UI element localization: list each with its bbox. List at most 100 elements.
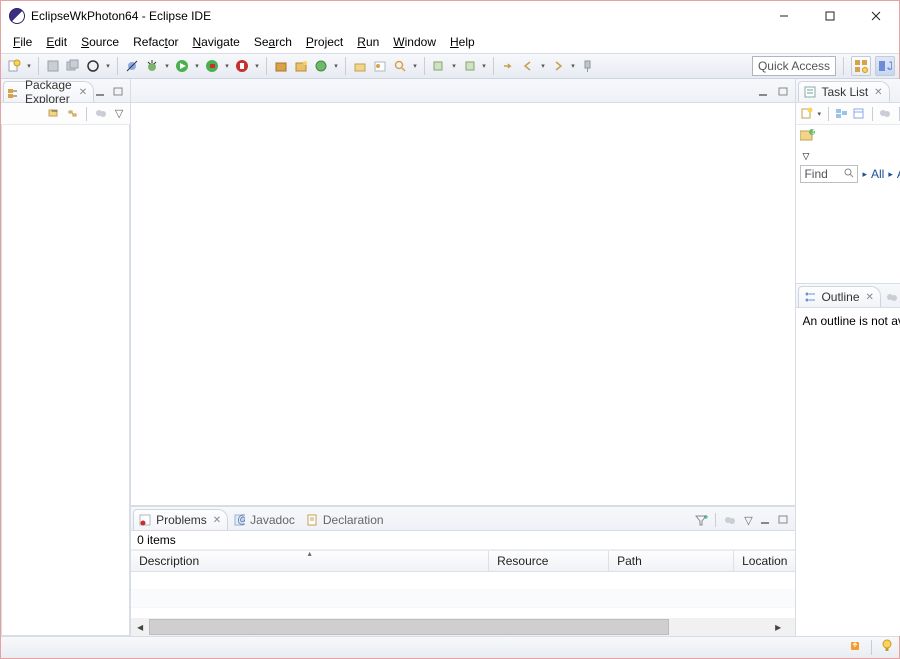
col-resource[interactable]: Resource [489,551,609,571]
back-button[interactable] [519,57,537,75]
menu-edit[interactable]: Edit [40,33,73,51]
center-column: Problems ✕ @ Javadoc Declaration ▽ [131,79,795,636]
package-explorer-body[interactable] [1,125,130,636]
focus-workweek-button[interactable] [879,107,892,121]
menu-source[interactable]: Source [75,33,125,51]
view-minimize-button[interactable] [94,85,108,99]
view-menu-button[interactable]: ▽ [112,107,126,121]
task-list-body[interactable] [796,186,900,283]
problems-filter-button[interactable] [694,513,708,527]
chevron-right-icon: ▸ [888,169,893,180]
search-button[interactable] [391,57,409,75]
col-path[interactable]: Path [609,551,734,571]
problems-tab-close-icon[interactable]: ✕ [213,515,221,526]
categorized-button[interactable] [835,107,848,121]
problems-view-menu-button[interactable]: ▽ [741,513,755,527]
menu-refactor[interactable]: Refactor [127,33,184,51]
window-close-button[interactable] [853,1,899,31]
package-explorer-view: Package Explorer ✕ − ▽ [1,79,130,636]
menu-navigate[interactable]: Navigate [186,33,245,51]
annotation-next-button[interactable] [460,57,478,75]
forward-button[interactable] [549,57,567,75]
task-filter-row: Find ▸ All ▸ Activ... [796,162,900,186]
menu-run[interactable]: Run [351,33,385,51]
quick-access-input[interactable]: Quick Access [752,56,836,76]
menu-project[interactable]: Project [300,33,349,51]
open-task-button[interactable] [371,57,389,75]
editor-maximize-button[interactable] [777,85,791,99]
new-package-button[interactable] [272,57,290,75]
task-find-input[interactable]: Find [800,165,858,183]
outline-tab[interactable]: Outline ✕ [798,286,880,307]
focus-task-button[interactable] [94,107,108,121]
work-area: Package Explorer ✕ − ▽ [1,79,899,636]
coverage-button[interactable] [203,57,221,75]
task-list-tab-close-icon[interactable]: ✕ [874,87,882,98]
col-description[interactable]: Description▴ [131,551,489,571]
window-titlebar: EclipseWkPhoton64 - Eclipse IDE [1,1,899,31]
menu-window[interactable]: Window [387,33,442,51]
problems-hscrollbar[interactable]: ◂ ▸ [131,618,795,636]
new-button[interactable] [5,57,23,75]
collapse-all-button[interactable]: − [47,107,61,121]
uncategorized-row[interactable]: ? [796,125,900,148]
java-perspective-button[interactable]: J [875,56,895,76]
window-minimize-button[interactable] [761,1,807,31]
outline-tab-close-icon[interactable]: ✕ [866,292,874,303]
scroll-left-button[interactable]: ◂ [131,618,149,636]
svg-text:−: − [51,107,58,118]
expand-toggle[interactable]: ▽ [796,148,900,162]
build-button[interactable] [84,57,102,75]
open-type-button[interactable] [351,57,369,75]
window-maximize-button[interactable] [807,1,853,31]
save-button[interactable] [44,57,62,75]
run-button[interactable] [173,57,191,75]
new-task-button[interactable] [800,107,813,121]
debug-button[interactable] [143,57,161,75]
javadoc-tab[interactable]: @ Javadoc [228,509,301,530]
window-title: EclipseWkPhoton64 - Eclipse IDE [31,9,211,23]
task-list-tab[interactable]: Task List ✕ [798,81,889,102]
problems-table-header: Description▴ Resource Path Location [131,550,795,572]
declaration-icon [305,513,319,527]
updates-available-icon[interactable] [848,639,862,656]
tip-icon[interactable] [881,639,893,656]
menu-help[interactable]: Help [444,33,481,51]
left-column: Package Explorer ✕ − ▽ [1,79,131,636]
save-all-button[interactable] [64,57,82,75]
annotation-prev-button[interactable] [430,57,448,75]
pin-editor-button[interactable] [579,57,597,75]
menu-file[interactable]: File [7,33,38,51]
editor-body[interactable] [131,103,795,506]
scroll-thumb[interactable] [149,619,669,635]
outline-focus-button[interactable] [885,290,899,304]
package-explorer-icon [8,85,21,99]
editor-minimize-button[interactable] [757,85,771,99]
problems-minimize-button[interactable] [759,513,773,527]
problems-tab[interactable]: Problems ✕ [133,509,228,530]
problems-rows[interactable] [131,572,795,618]
scroll-right-button[interactable]: ▸ [769,618,787,636]
task-filter-all-link[interactable]: All [871,167,884,181]
scheduled-button[interactable] [852,107,865,121]
package-explorer-tab-close-icon[interactable]: ✕ [79,87,87,98]
col-location[interactable]: Location [734,551,795,571]
link-editor-button[interactable] [65,107,79,121]
problems-maximize-button[interactable] [777,513,791,527]
new-class-button[interactable] [292,57,310,75]
menu-search[interactable]: Search [248,33,298,51]
new-dropdown[interactable]: ▾ [25,62,33,70]
declaration-tab[interactable]: Declaration [301,509,390,530]
svg-text:J: J [887,59,892,73]
open-perspective-button[interactable] [851,56,871,76]
view-maximize-button[interactable] [112,85,126,99]
external-tools-button[interactable] [233,57,251,75]
editor-tabbar [131,79,795,103]
skip-breakpoints-button[interactable] [123,57,141,75]
quick-access-area: Quick Access J [752,56,895,76]
last-edit-button[interactable] [499,57,517,75]
problems-count-text: 0 items [137,533,176,547]
problems-focus-button[interactable] [723,513,737,527]
new-type-button[interactable] [312,57,330,75]
package-explorer-tab[interactable]: Package Explorer ✕ [3,81,94,102]
